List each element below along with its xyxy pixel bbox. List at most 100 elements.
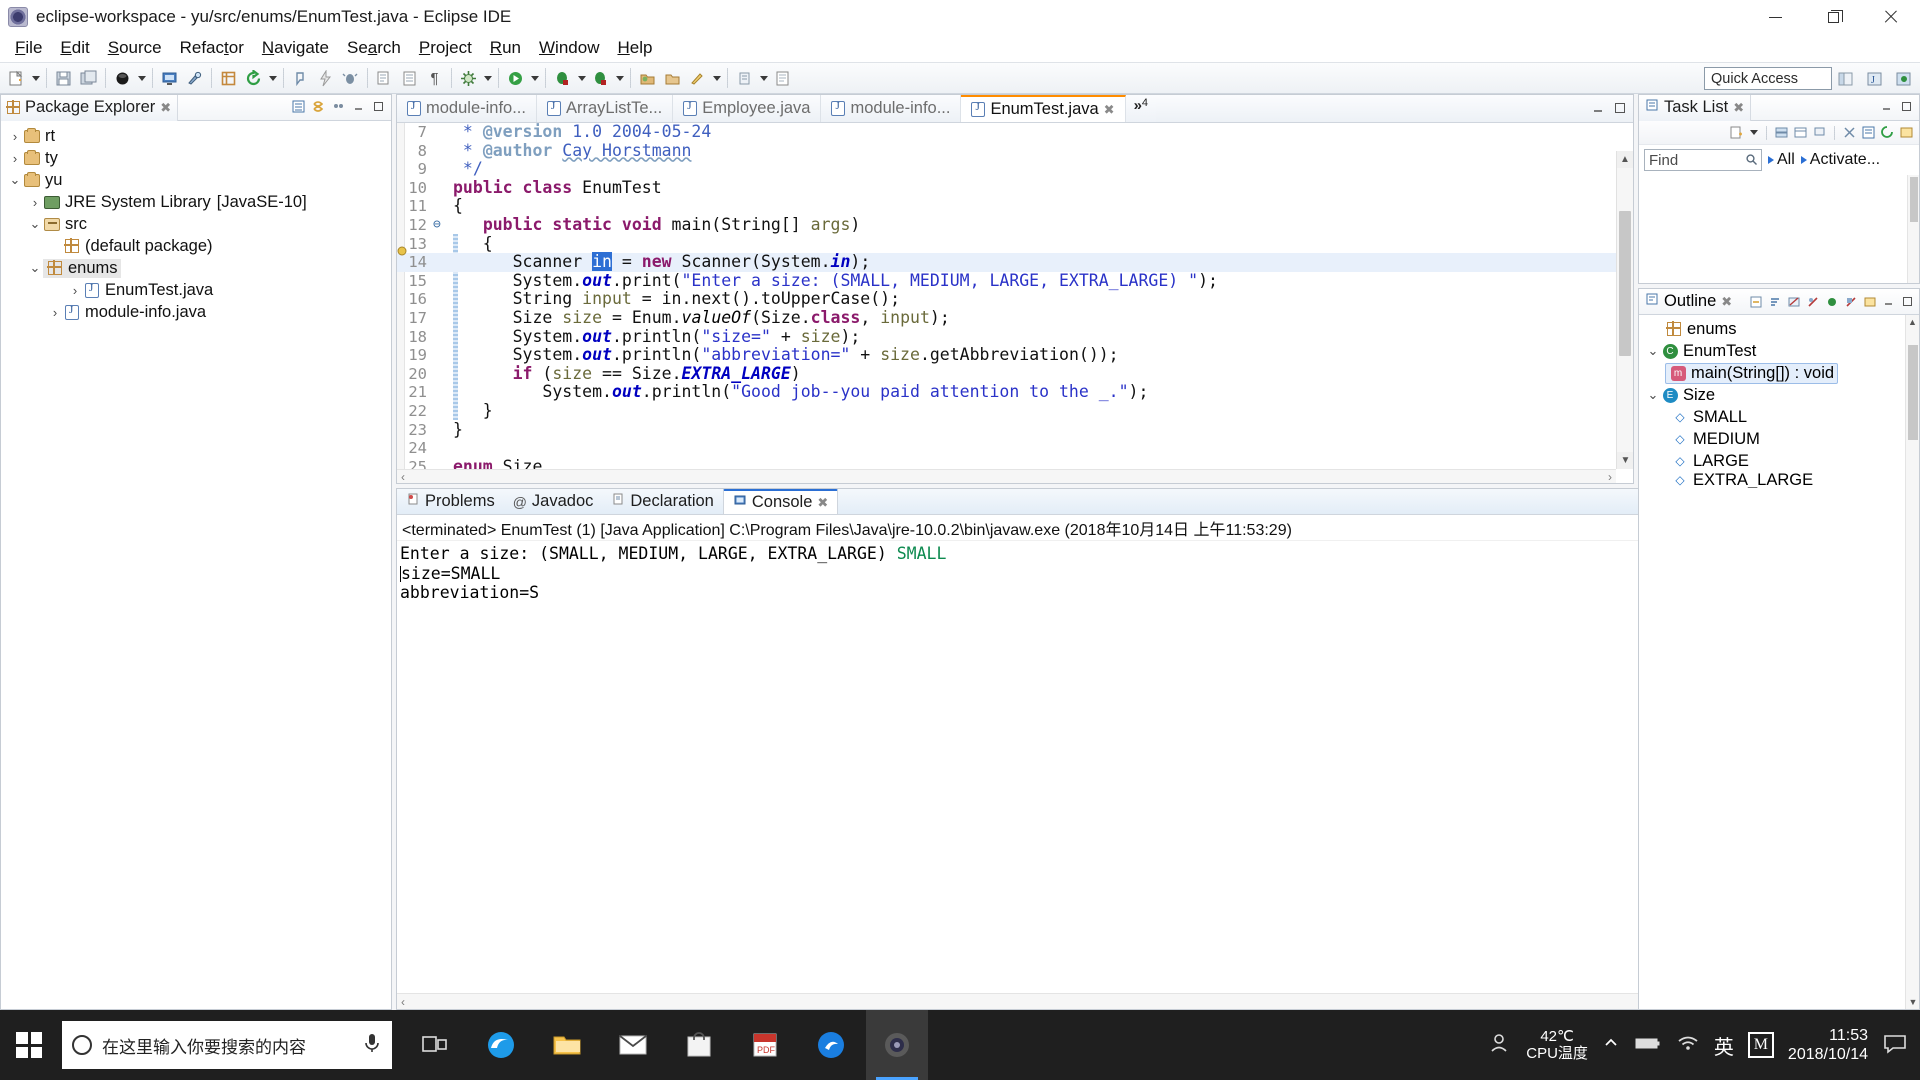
hide-local-icon[interactable]	[1842, 293, 1859, 310]
chevron-right-icon[interactable]: ›	[47, 305, 63, 320]
hide-fields-icon[interactable]	[1785, 293, 1802, 310]
outline-item-extra-large[interactable]: ◇ EXTRA_LARGE	[1639, 472, 1905, 488]
editor-vertical-scrollbar[interactable]: ▲ ▼	[1616, 151, 1633, 469]
maximize-icon[interactable]	[1899, 293, 1916, 310]
outline-item-large[interactable]: ◇ LARGE	[1639, 450, 1905, 472]
fold-marker[interactable]	[433, 458, 453, 470]
tree-item-rt[interactable]: › rt	[1, 125, 391, 147]
wifi-icon[interactable]	[1676, 1034, 1700, 1057]
task-list-scrollbar[interactable]	[1907, 175, 1919, 283]
new-class-dropdown[interactable]	[710, 66, 723, 90]
chevron-down-icon[interactable]: ⌄	[27, 216, 43, 232]
code-line[interactable]: 8 * @author Cay Horstmann	[397, 141, 1633, 161]
print-dropdown[interactable]	[135, 66, 148, 90]
fold-marker[interactable]	[433, 160, 453, 179]
fold-marker[interactable]	[433, 328, 453, 347]
external-tools-icon[interactable]	[732, 66, 757, 90]
chevron-right-icon[interactable]: ›	[7, 129, 23, 144]
pdf-reader-icon[interactable]: PDF	[734, 1010, 796, 1080]
tab-declaration[interactable]: Declaration	[602, 489, 722, 514]
debug-icon[interactable]	[550, 66, 575, 90]
task-view-icon[interactable]	[404, 1010, 466, 1080]
store-icon[interactable]	[668, 1010, 730, 1080]
editor-horizontal-scrollbar[interactable]: ‹ ›	[397, 469, 1616, 483]
code-line[interactable]: 17 Size size = Enum.valueOf(Size.class, …	[397, 308, 1633, 328]
code-line[interactable]: 9 */	[397, 159, 1633, 179]
view-menu-icon[interactable]	[1861, 293, 1878, 310]
scroll-down-icon[interactable]: ▼	[1906, 995, 1920, 1009]
code-line-current[interactable]: 14 Scanner in = new Scanner(System.in);	[397, 252, 1633, 272]
taskbar-clock[interactable]: 11:53 2018/10/14	[1788, 1026, 1868, 1064]
menu-window[interactable]: Window	[530, 35, 608, 61]
previous-annotation-icon[interactable]	[397, 66, 422, 90]
link-with-editor-icon[interactable]	[310, 98, 327, 115]
code-line[interactable]: 11 {	[397, 197, 1633, 216]
maximize-icon[interactable]	[1898, 98, 1915, 115]
tree-item-enumtest-java[interactable]: › EnumTest.java	[1, 279, 391, 301]
tree-item-jre-system-library[interactable]: › JRE System Library [JavaSE-10]	[1, 191, 391, 213]
scroll-up-icon[interactable]: ▲	[1906, 315, 1919, 329]
outline-item-size-enum[interactable]: ⌄ E Size	[1639, 384, 1905, 406]
debug-dropdown[interactable]	[575, 66, 588, 90]
code-line[interactable]: 10 public class EnumTest	[397, 178, 1633, 198]
minimize-icon[interactable]	[350, 98, 367, 115]
menu-search[interactable]: Search	[338, 35, 410, 61]
code-line[interactable]: 23}	[397, 420, 1633, 440]
open-perspective-icon[interactable]	[1833, 67, 1858, 91]
tree-item-ty[interactable]: › ty	[1, 147, 391, 169]
fold-marker[interactable]	[433, 383, 453, 402]
new-java-project-icon[interactable]	[635, 66, 660, 90]
next-annotation-icon[interactable]	[372, 66, 397, 90]
tab-problems[interactable]: Problems	[397, 489, 504, 514]
code-line[interactable]: 18 System.out.println("size=" + size);	[397, 327, 1633, 347]
view-menu-icon[interactable]	[330, 98, 347, 115]
build-icon[interactable]	[456, 66, 481, 90]
view-menu-icon[interactable]	[1898, 124, 1915, 141]
run-dropdown[interactable]	[528, 66, 541, 90]
fold-marker[interactable]	[433, 179, 453, 198]
code-line[interactable]: 16 String input = in.next().toUpperCase(…	[397, 290, 1633, 309]
tab-package-explorer[interactable]: Package Explorer ✖	[1, 94, 179, 121]
minimize-icon[interactable]	[1591, 100, 1605, 120]
fold-marker[interactable]	[433, 421, 453, 440]
chevron-right-icon[interactable]: ›	[7, 151, 23, 166]
menu-edit[interactable]: Edit	[51, 35, 98, 61]
close-icon[interactable]: ✖	[817, 495, 828, 511]
file-explorer-icon[interactable]	[536, 1010, 598, 1080]
tab-console[interactable]: Console ✖	[722, 489, 839, 514]
outline-item-medium[interactable]: ◇ MEDIUM	[1639, 428, 1905, 450]
scroll-left-icon[interactable]: ‹	[401, 995, 405, 1009]
search-icon[interactable]	[182, 66, 207, 90]
new-package-icon[interactable]	[660, 66, 685, 90]
menu-project[interactable]: Project	[410, 35, 481, 61]
save-icon[interactable]	[51, 66, 76, 90]
quick-access-field[interactable]: Quick Access	[1704, 67, 1832, 90]
collapse-all-icon[interactable]	[1860, 124, 1877, 141]
new-java-package-icon[interactable]	[216, 66, 241, 90]
fold-marker[interactable]	[433, 290, 453, 309]
perspective-debug-icon[interactable]	[1891, 67, 1916, 91]
annotation-icon[interactable]	[288, 66, 313, 90]
chevron-right-icon[interactable]: ›	[27, 195, 43, 210]
code-line[interactable]: 7 * @version 1.0 2004-05-24	[397, 123, 1633, 142]
code-line[interactable]: 21 System.out.println("Good job--you pai…	[397, 383, 1633, 402]
minimize-icon[interactable]	[1878, 98, 1895, 115]
hide-nonpublic-icon[interactable]	[1823, 293, 1840, 310]
scrollbar-thumb[interactable]	[1910, 177, 1918, 222]
sort-icon[interactable]	[1766, 293, 1783, 310]
fold-marker[interactable]	[433, 365, 453, 384]
chevron-down-icon[interactable]: ⌄	[1645, 343, 1661, 359]
menu-refactor[interactable]: Refactor	[171, 35, 253, 61]
save-all-icon[interactable]	[76, 66, 101, 90]
ime-mode-icon[interactable]: M	[1747, 1032, 1774, 1058]
tab-javadoc[interactable]: @ Javadoc	[504, 489, 603, 514]
warning-marker-icon[interactable]	[397, 243, 407, 256]
fold-marker[interactable]	[433, 235, 453, 254]
package-explorer-tree[interactable]: › rt › ty ⌄ yu › JRE System Library [Jav…	[1, 121, 391, 323]
refresh-icon[interactable]	[241, 66, 266, 90]
coverage-icon[interactable]	[588, 66, 613, 90]
scrollbar-thumb[interactable]	[1908, 345, 1918, 440]
close-icon[interactable]: ✖	[1733, 100, 1744, 116]
scroll-right-icon[interactable]: ›	[1608, 470, 1612, 484]
find-input[interactable]: Find	[1644, 149, 1762, 171]
